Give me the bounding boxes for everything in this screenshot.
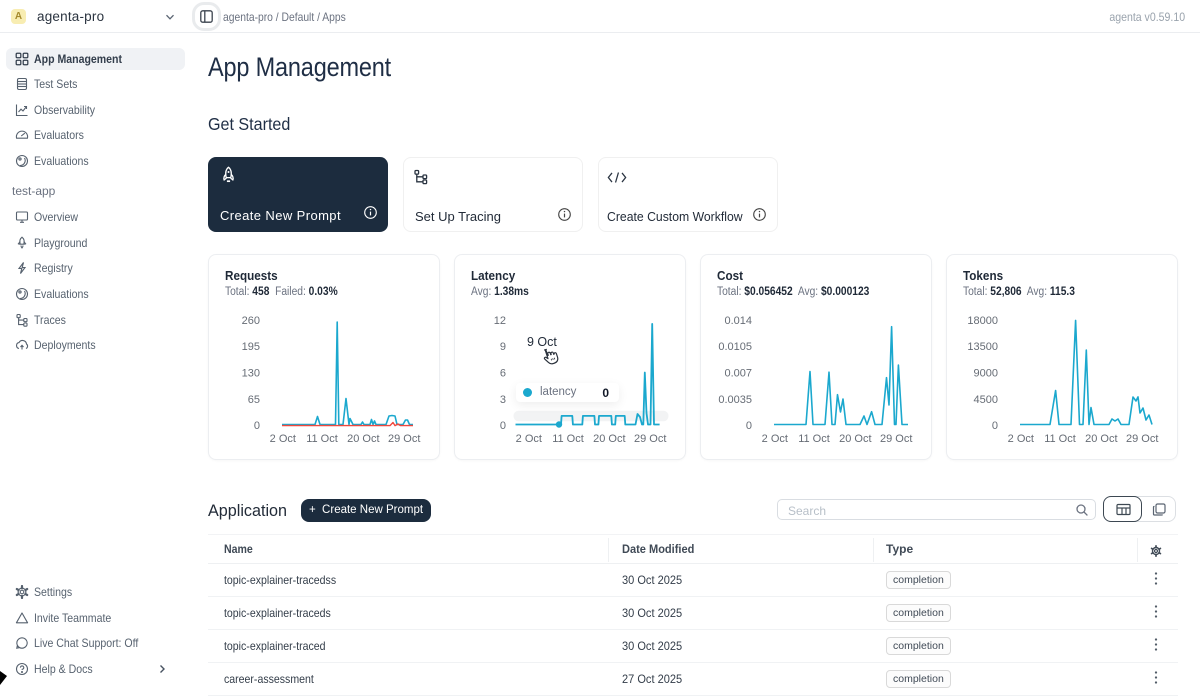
svg-text:20 Oct: 20 Oct [1085,433,1117,445]
svg-text:0.007: 0.007 [724,368,752,380]
svg-text:0.014: 0.014 [724,315,752,327]
svg-text:0.0105: 0.0105 [718,341,752,353]
svg-text:260: 260 [242,315,260,327]
svg-text:11 Oct: 11 Oct [552,433,584,445]
svg-text:29 Oct: 29 Oct [880,433,912,445]
svg-text:4500: 4500 [974,394,998,406]
svg-text:11 Oct: 11 Oct [798,433,830,445]
svg-text:20 Oct: 20 Oct [593,433,625,445]
svg-text:0: 0 [254,420,260,432]
svg-text:130: 130 [242,368,260,380]
svg-text:2 Oct: 2 Oct [516,433,542,445]
svg-text:29 Oct: 29 Oct [388,433,420,445]
svg-text:11 Oct: 11 Oct [306,433,338,445]
svg-text:0.0035: 0.0035 [718,394,752,406]
svg-text:0: 0 [992,420,998,432]
svg-text:6: 6 [500,368,506,380]
svg-text:3: 3 [500,394,506,406]
svg-text:29 Oct: 29 Oct [634,433,666,445]
svg-text:12: 12 [494,315,506,327]
svg-text:2 Oct: 2 Oct [762,433,788,445]
svg-text:2 Oct: 2 Oct [270,433,296,445]
svg-text:0: 0 [500,420,506,432]
svg-text:18000: 18000 [967,315,998,327]
svg-text:11 Oct: 11 Oct [1044,433,1076,445]
svg-text:0: 0 [746,420,752,432]
svg-text:20 Oct: 20 Oct [839,433,871,445]
svg-text:20 Oct: 20 Oct [347,433,379,445]
svg-text:195: 195 [242,341,260,353]
svg-text:29 Oct: 29 Oct [1126,433,1158,445]
svg-text:65: 65 [248,394,260,406]
svg-text:2 Oct: 2 Oct [1008,433,1034,445]
svg-text:9: 9 [500,341,506,353]
svg-text:9000: 9000 [974,368,998,380]
svg-text:13500: 13500 [967,341,998,353]
